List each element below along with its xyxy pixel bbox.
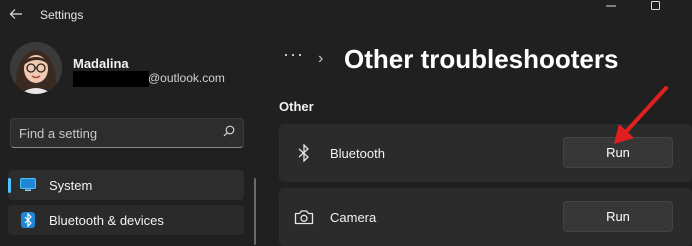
bluetooth-icon	[20, 212, 36, 228]
selection-indicator	[8, 178, 11, 193]
page-title: Other troubleshooters	[344, 44, 619, 74]
user-name: Madalina	[73, 56, 129, 71]
user-email: @outlook.com	[148, 71, 225, 85]
breadcrumb-chevron-icon: ›	[318, 50, 324, 67]
more-options-button[interactable]: ···	[283, 45, 305, 68]
sidebar-item-system[interactable]: System	[8, 170, 244, 200]
section-header: Other	[279, 99, 314, 114]
email-redaction	[73, 71, 149, 87]
back-button[interactable]	[4, 4, 28, 28]
avatar[interactable]	[10, 42, 62, 94]
app-title: Settings	[40, 8, 84, 22]
run-button-camera[interactable]: Run	[563, 201, 673, 232]
camera-icon	[293, 206, 315, 228]
troubleshooter-label: Camera	[330, 210, 377, 225]
troubleshooter-label: Bluetooth	[330, 146, 385, 161]
bluetooth-icon	[293, 142, 315, 164]
minimize-icon	[606, 1, 616, 14]
sidebar-item-bluetooth-devices[interactable]: Bluetooth & devices	[8, 205, 244, 235]
minimize-button[interactable]	[596, 0, 626, 14]
monitor-icon	[20, 177, 36, 193]
back-arrow-icon	[9, 7, 23, 25]
sidebar-item-label: Bluetooth & devices	[49, 212, 164, 228]
sidebar-scrollbar[interactable]	[254, 178, 256, 245]
troubleshooter-card-camera: Camera Run	[279, 188, 692, 246]
maximize-icon	[651, 0, 661, 14]
annotation-arrow-icon	[614, 86, 668, 144]
search-input[interactable]	[19, 125, 223, 141]
sidebar-item-label: System	[49, 177, 93, 193]
search-icon[interactable]	[223, 124, 235, 142]
maximize-button[interactable]	[641, 0, 671, 14]
search-box[interactable]	[10, 118, 244, 148]
